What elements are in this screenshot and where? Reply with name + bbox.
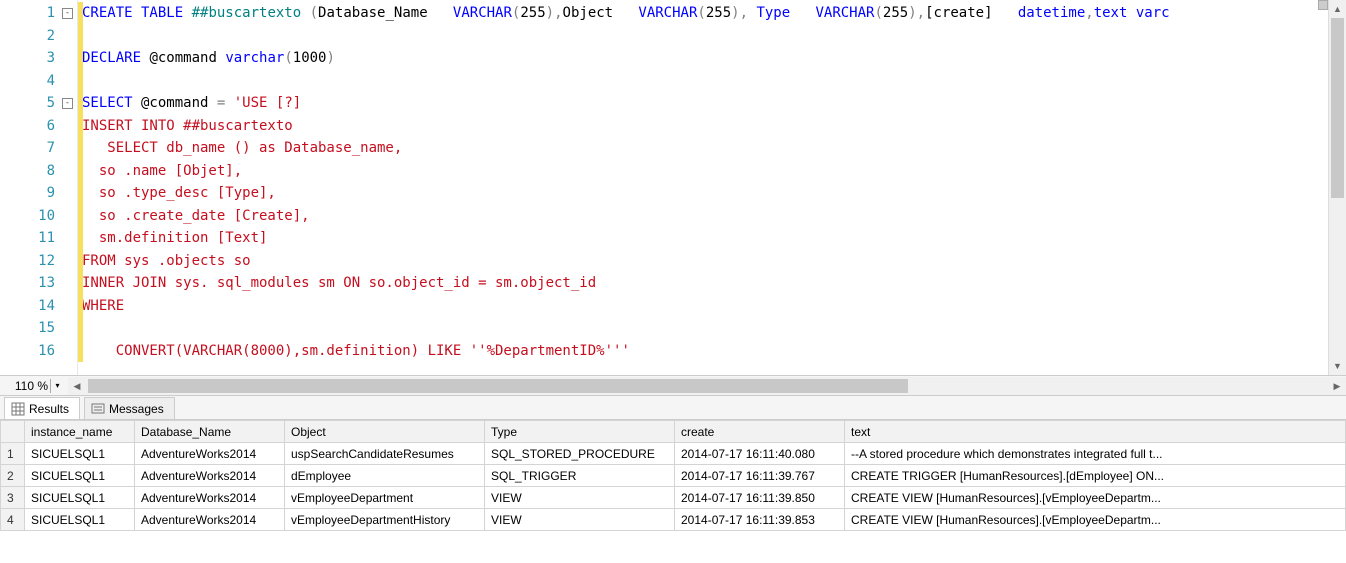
- line-number: 4: [0, 70, 77, 93]
- code-line[interactable]: [82, 70, 1328, 93]
- code-line[interactable]: DECLARE @command varchar(1000): [82, 47, 1328, 70]
- cell-database[interactable]: AdventureWorks2014: [135, 509, 285, 531]
- fold-toggle[interactable]: -: [62, 98, 73, 109]
- scroll-up-arrow[interactable]: ▲: [1329, 0, 1346, 18]
- cell-instance[interactable]: SICUELSQL1: [25, 465, 135, 487]
- line-number: 12: [0, 250, 77, 273]
- line-number: 14: [0, 295, 77, 318]
- cell-type[interactable]: VIEW: [485, 509, 675, 531]
- table-row[interactable]: 4SICUELSQL1AdventureWorks2014vEmployeeDe…: [1, 509, 1346, 531]
- zoom-dropdown[interactable]: ▾: [50, 379, 64, 393]
- editor-status-row: 110 % ▾ ◀ ▶: [0, 376, 1346, 396]
- code-text-area[interactable]: CREATE TABLE ##buscartexto (Database_Nam…: [78, 0, 1328, 375]
- code-line[interactable]: FROM sys .objects so: [82, 250, 1328, 273]
- cell-database[interactable]: AdventureWorks2014: [135, 487, 285, 509]
- vertical-scrollbar[interactable]: ▲ ▼: [1328, 0, 1346, 375]
- code-line[interactable]: [82, 317, 1328, 340]
- vertical-scroll-thumb[interactable]: [1331, 18, 1344, 198]
- line-number: 9: [0, 182, 77, 205]
- col-header-instance[interactable]: instance_name: [25, 421, 135, 443]
- cell-text[interactable]: CREATE TRIGGER [HumanResources].[dEmploy…: [845, 465, 1346, 487]
- code-line[interactable]: so .type_desc [Type],: [82, 182, 1328, 205]
- scroll-down-arrow[interactable]: ▼: [1329, 357, 1346, 375]
- code-line[interactable]: WHERE: [82, 295, 1328, 318]
- code-line[interactable]: so .create_date [Create],: [82, 205, 1328, 228]
- cell-object[interactable]: uspSearchCandidateResumes: [285, 443, 485, 465]
- cell-instance[interactable]: SICUELSQL1: [25, 443, 135, 465]
- cell-create[interactable]: 2014-07-17 16:11:39.767: [675, 465, 845, 487]
- sql-editor-pane: 1-2345-678910111213141516 CREATE TABLE #…: [0, 0, 1346, 376]
- line-number: 1-: [0, 2, 77, 25]
- line-number: 15: [0, 317, 77, 340]
- cell-text[interactable]: CREATE VIEW [HumanResources].[vEmployeeD…: [845, 509, 1346, 531]
- results-tabbar: Results Messages: [0, 396, 1346, 420]
- line-number: 7: [0, 137, 77, 160]
- table-row[interactable]: 3SICUELSQL1AdventureWorks2014vEmployeeDe…: [1, 487, 1346, 509]
- row-number[interactable]: 4: [1, 509, 25, 531]
- line-number: 10: [0, 205, 77, 228]
- col-header-object[interactable]: Object: [285, 421, 485, 443]
- results-grid-wrap: instance_name Database_Name Object Type …: [0, 420, 1346, 560]
- line-number: 3: [0, 47, 77, 70]
- change-marker-unsaved: [78, 2, 83, 362]
- code-line[interactable]: [82, 25, 1328, 48]
- cell-type[interactable]: SQL_TRIGGER: [485, 465, 675, 487]
- cell-object[interactable]: dEmployee: [285, 465, 485, 487]
- col-header-text[interactable]: text: [845, 421, 1346, 443]
- line-number: 6: [0, 115, 77, 138]
- code-line[interactable]: CONVERT(VARCHAR(8000),sm.definition) LIK…: [82, 340, 1328, 363]
- scroll-right-arrow[interactable]: ▶: [1328, 377, 1346, 395]
- cell-create[interactable]: 2014-07-17 16:11:40.080: [675, 443, 845, 465]
- cell-object[interactable]: vEmployeeDepartmentHistory: [285, 509, 485, 531]
- fold-toggle[interactable]: -: [62, 8, 73, 19]
- messages-icon: [91, 402, 105, 416]
- horizontal-scrollbar[interactable]: ◀ ▶: [68, 377, 1346, 395]
- grid-corner[interactable]: [1, 421, 25, 443]
- tab-messages-label: Messages: [109, 402, 164, 416]
- line-number: 16: [0, 340, 77, 363]
- line-number: 2: [0, 25, 77, 48]
- cell-database[interactable]: AdventureWorks2014: [135, 443, 285, 465]
- code-line[interactable]: CREATE TABLE ##buscartexto (Database_Nam…: [82, 2, 1328, 25]
- cell-text[interactable]: --A stored procedure which demonstrates …: [845, 443, 1346, 465]
- horizontal-scroll-thumb[interactable]: [88, 379, 908, 393]
- code-line[interactable]: SELECT db_name () as Database_name,: [82, 137, 1328, 160]
- zoom-level: 110 %: [0, 379, 50, 393]
- row-number[interactable]: 1: [1, 443, 25, 465]
- scroll-left-arrow[interactable]: ◀: [68, 377, 86, 395]
- col-header-type[interactable]: Type: [485, 421, 675, 443]
- line-number: 5-: [0, 92, 77, 115]
- cell-database[interactable]: AdventureWorks2014: [135, 465, 285, 487]
- table-row[interactable]: 1SICUELSQL1AdventureWorks2014uspSearchCa…: [1, 443, 1346, 465]
- col-header-create[interactable]: create: [675, 421, 845, 443]
- tab-messages[interactable]: Messages: [84, 397, 175, 419]
- cell-instance[interactable]: SICUELSQL1: [25, 509, 135, 531]
- code-line[interactable]: sm.definition [Text]: [82, 227, 1328, 250]
- code-line[interactable]: SELECT @command = 'USE [?]: [82, 92, 1328, 115]
- cell-type[interactable]: VIEW: [485, 487, 675, 509]
- code-line[interactable]: so .name [Objet],: [82, 160, 1328, 183]
- cell-create[interactable]: 2014-07-17 16:11:39.850: [675, 487, 845, 509]
- line-number-gutter: 1-2345-678910111213141516: [0, 0, 78, 375]
- splitter-handle[interactable]: [1318, 0, 1328, 10]
- tab-results-label: Results: [29, 402, 69, 416]
- cell-object[interactable]: vEmployeeDepartment: [285, 487, 485, 509]
- line-number: 8: [0, 160, 77, 183]
- code-line[interactable]: INSERT INTO ##buscartexto: [82, 115, 1328, 138]
- cell-text[interactable]: CREATE VIEW [HumanResources].[vEmployeeD…: [845, 487, 1346, 509]
- cell-type[interactable]: SQL_STORED_PROCEDURE: [485, 443, 675, 465]
- col-header-database[interactable]: Database_Name: [135, 421, 285, 443]
- row-number[interactable]: 3: [1, 487, 25, 509]
- table-row[interactable]: 2SICUELSQL1AdventureWorks2014dEmployeeSQ…: [1, 465, 1346, 487]
- code-line[interactable]: INNER JOIN sys. sql_modules sm ON so.obj…: [82, 272, 1328, 295]
- row-number[interactable]: 2: [1, 465, 25, 487]
- cell-instance[interactable]: SICUELSQL1: [25, 487, 135, 509]
- results-grid-icon: [11, 402, 25, 416]
- results-grid[interactable]: instance_name Database_Name Object Type …: [0, 420, 1346, 531]
- tab-results[interactable]: Results: [4, 397, 80, 419]
- cell-create[interactable]: 2014-07-17 16:11:39.853: [675, 509, 845, 531]
- line-number: 13: [0, 272, 77, 295]
- line-number: 11: [0, 227, 77, 250]
- grid-header-row: instance_name Database_Name Object Type …: [1, 421, 1346, 443]
